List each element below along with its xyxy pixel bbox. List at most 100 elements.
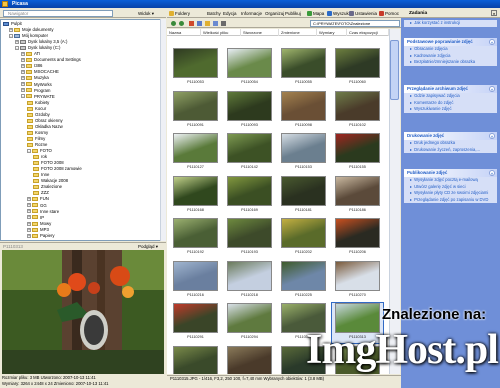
toolbar-item[interactable]: Batchy xyxy=(207,10,221,17)
navigator-combo[interactable]: Nawigator xyxy=(3,10,113,17)
expand-icon[interactable]: + xyxy=(27,227,31,232)
expand-icon[interactable]: + xyxy=(27,221,31,226)
expand-icon[interactable]: + xyxy=(27,233,31,238)
task-link[interactable]: Gdzie zapisywać zdjęcia xyxy=(404,93,497,100)
collapse-icon[interactable]: - xyxy=(9,33,13,38)
expand-icon[interactable]: + xyxy=(21,64,25,69)
photo-thumbnail[interactable]: P1110317 xyxy=(224,345,275,374)
photo-thumbnail[interactable]: P1110053 xyxy=(170,48,221,88)
expand-icon[interactable]: + xyxy=(21,76,25,81)
photo-thumbnail[interactable]: P1110098 xyxy=(278,90,329,131)
task-section-header[interactable]: Publikowanie zdjęć ˄ xyxy=(404,169,497,177)
photo-thumbnail[interactable]: P1110291 xyxy=(170,303,221,343)
photo-thumbnail[interactable]: P1110055 xyxy=(278,48,329,88)
task-link[interactable]: Druk jednego obrazka xyxy=(404,140,497,147)
expand-icon[interactable]: + xyxy=(21,88,25,93)
photo-thumbnail[interactable]: P1110206 xyxy=(332,218,383,258)
expand-icon[interactable]: + xyxy=(15,40,19,44)
expand-icon[interactable]: + xyxy=(27,209,31,214)
views-icon[interactable] xyxy=(213,21,218,26)
toolbar-item[interactable]: Organizuj xyxy=(265,10,284,17)
photo-thumbnail[interactable]: P1110181 xyxy=(278,175,329,216)
photo-thumbnail[interactable]: P1110153 xyxy=(278,133,329,173)
column-header-cell[interactable]: Zmienione xyxy=(279,29,317,36)
expand-icon[interactable]: + xyxy=(21,52,25,57)
photo-thumbnail[interactable]: P1110270 xyxy=(332,260,383,301)
expand-icon[interactable]: + xyxy=(27,197,31,202)
task-section-header[interactable]: Drukowanie zdjęć ˄ xyxy=(404,132,497,140)
task-link[interactable]: Utwórz galerię zdjęć w sieci xyxy=(404,184,497,191)
photo-thumbnail[interactable]: P1110155 xyxy=(332,133,383,173)
toolbar-item[interactable]: Foldery xyxy=(169,10,190,17)
expand-icon[interactable]: + xyxy=(27,215,31,220)
toolbar-item[interactable]: Publikuj xyxy=(285,10,301,17)
column-header-cell[interactable]: Nazwa xyxy=(167,29,201,36)
photo-thumbnail[interactable]: P1110186 xyxy=(332,175,383,216)
photo-thumbnail[interactable]: P1110192 xyxy=(170,218,221,258)
toolbar-item[interactable]: Informacje xyxy=(241,10,262,17)
column-header-cell[interactable]: Wymiary xyxy=(317,29,347,36)
properties-icon[interactable] xyxy=(221,21,226,26)
chevron-up-icon[interactable]: ˄ xyxy=(489,86,495,92)
tree-scrollbar[interactable] xyxy=(160,19,166,241)
copy-icon[interactable] xyxy=(197,21,202,26)
tree-item[interactable]: + Papiery xyxy=(27,233,55,239)
task-link[interactable]: Komentarze do zdjęć xyxy=(404,100,497,107)
column-header-cell[interactable]: Czas ekspozycji xyxy=(347,29,389,36)
task-link[interactable]: Bezpłatnie/zmniejszanie obrazka xyxy=(404,59,497,66)
photo-thumbnail[interactable]: P1110315 xyxy=(170,345,221,374)
folder-tree[interactable]: Pulpit + Moje dokumenty - Mój komputer + Dysk … xyxy=(0,19,166,241)
photo-thumbnail[interactable]: P1110168 xyxy=(170,175,221,216)
photo-thumbnail[interactable]: P1110225 xyxy=(278,260,329,301)
delete-icon[interactable] xyxy=(189,21,194,26)
photo-thumbnail[interactable]: P1110102 xyxy=(332,90,383,131)
photo-thumbnail[interactable]: P1110054 xyxy=(224,48,275,88)
chevron-up-icon[interactable]: ˄ xyxy=(489,170,495,176)
task-link[interactable]: Jak korzystać z instrukcji xyxy=(404,20,497,27)
photo-thumbnail[interactable]: P1110193 xyxy=(224,218,275,258)
photo-thumbnail[interactable]: P1110127 xyxy=(170,133,221,173)
column-header-cell[interactable]: Stworzone xyxy=(241,29,279,36)
photo-thumbnail[interactable]: P1110093 xyxy=(224,90,275,131)
toolbar-item[interactable]: Mapa xyxy=(307,10,324,17)
expand-icon[interactable]: + xyxy=(9,27,13,32)
chevron-up-icon[interactable]: ˄ xyxy=(489,39,495,45)
toolbar-item[interactable]: Edycja xyxy=(223,10,237,17)
photo-thumbnail[interactable]: P1110091 xyxy=(170,90,221,131)
photo-thumbnail[interactable]: P1110216 xyxy=(170,260,221,301)
back-icon[interactable] xyxy=(171,21,176,26)
column-header-cell[interactable]: Wielkość pliku xyxy=(201,29,241,36)
expand-icon[interactable]: + xyxy=(21,58,25,63)
task-section-header[interactable]: Podstawowe poprawianie zdjęć ˄ xyxy=(404,38,497,46)
photo-thumbnail[interactable]: P1110294 xyxy=(224,303,275,343)
toolbar-item[interactable]: Ustawienia xyxy=(349,10,377,17)
task-link[interactable]: Wyszukiwanie zdjęć xyxy=(404,106,497,113)
task-link[interactable]: Drukowanie życzeń, zaproszenia,... xyxy=(404,147,497,154)
task-link[interactable]: Wysyłanie płyty CD ze swoimi zdjęciami xyxy=(404,190,497,197)
photo-thumbnail[interactable]: P1110060 xyxy=(332,48,383,88)
expand-icon[interactable]: + xyxy=(27,203,31,208)
expand-icon[interactable]: + xyxy=(21,82,25,87)
task-link[interactable]: Obracanie zdjęcia xyxy=(404,46,497,53)
photo-thumbnail[interactable]: P1110169 xyxy=(224,175,275,216)
photo-thumbnail[interactable]: P1110142 xyxy=(224,133,275,173)
folder-up-icon[interactable] xyxy=(205,21,210,26)
collapse-icon[interactable]: - xyxy=(21,94,25,99)
collapse-icon[interactable]: - xyxy=(27,148,31,153)
navigator-view-menu[interactable]: Widok ▾ xyxy=(138,10,164,17)
photo-thumbnail[interactable]: P1110202 xyxy=(278,218,329,258)
grid-scrollbar-thumb[interactable] xyxy=(390,40,399,100)
collapse-icon[interactable]: - xyxy=(15,46,19,51)
task-link[interactable]: Kadrowanie zdjęcia xyxy=(404,53,497,60)
close-icon[interactable]: × xyxy=(491,10,497,16)
photo-thumbnail[interactable]: P1110218 xyxy=(224,260,275,301)
address-field[interactable]: C:\PRYWATE\FOTO\Znalezione xyxy=(310,20,400,27)
forward-icon[interactable] xyxy=(179,21,184,26)
task-link[interactable]: Wysyłanie zdjęć pocztą e-mailową xyxy=(404,177,497,184)
toolbar-item[interactable]: Pomoc xyxy=(379,10,399,17)
expand-icon[interactable]: + xyxy=(21,70,25,75)
chevron-up-icon[interactable]: ˄ xyxy=(489,133,495,139)
task-section-header[interactable]: Przeglądanie archiwum zdjęć ˄ xyxy=(404,85,497,93)
photo-thumbnail-image xyxy=(281,90,326,121)
task-link[interactable]: Przeglądanie zdjęć po zapisaniu w DVD xyxy=(404,197,497,204)
